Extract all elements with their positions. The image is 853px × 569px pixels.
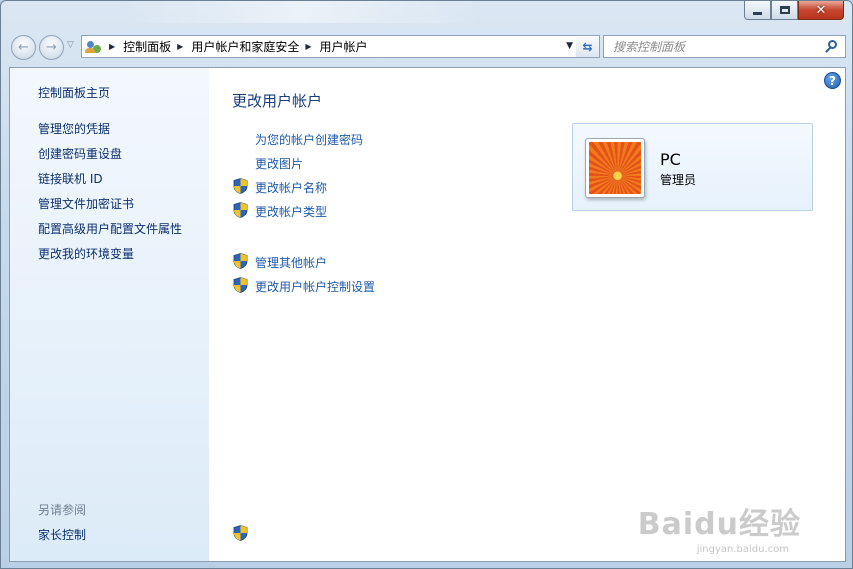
page-title: 更改用户帐户 bbox=[232, 92, 323, 110]
uac-shield-icon bbox=[233, 202, 248, 218]
forward-arrow-icon: → bbox=[46, 40, 57, 55]
back-button[interactable]: ← bbox=[11, 35, 36, 60]
users-icon bbox=[85, 39, 103, 55]
forward-button[interactable]: → bbox=[39, 35, 64, 60]
uac-shield-icon bbox=[233, 277, 248, 293]
task-change-account-name[interactable]: 更改帐户名称 bbox=[255, 179, 327, 196]
task-change-picture[interactable]: 更改图片 bbox=[255, 155, 303, 172]
search-input[interactable] bbox=[613, 39, 813, 54]
navigation-bar: ← → ▽ ▶ 控制面板 ▶ 用户帐户和家庭安全 ▶ 用户帐户 ▼ ⇆ bbox=[9, 33, 846, 61]
minimize-icon bbox=[753, 11, 762, 15]
uac-shield-icon bbox=[233, 178, 248, 194]
breadcrumb-user-accounts-family-safety[interactable]: 用户帐户和家庭安全 bbox=[191, 38, 299, 55]
address-dropdown-icon[interactable]: ▼ bbox=[566, 41, 573, 51]
content-area: 控制面板主页 管理您的凭据 创建密码重设盘 链接联机 ID 管理文件加密证书 配… bbox=[9, 67, 846, 562]
chevron-down-icon: ▽ bbox=[67, 40, 74, 50]
task-manage-other-accounts[interactable]: 管理其他帐户 bbox=[255, 254, 327, 271]
search-icon[interactable] bbox=[825, 40, 839, 54]
task-create-password[interactable]: 为您的帐户创建密码 bbox=[255, 131, 363, 148]
address-bar[interactable]: ▶ 控制面板 ▶ 用户帐户和家庭安全 ▶ 用户帐户 ▼ bbox=[81, 35, 578, 58]
sidebar-item-manage-encryption-certificates[interactable]: 管理文件加密证书 bbox=[38, 195, 134, 212]
breadcrumb-separator-icon[interactable]: ▶ bbox=[305, 42, 311, 51]
sidebar-item-control-panel-home[interactable]: 控制面板主页 bbox=[38, 84, 110, 101]
close-button[interactable]: ✕ bbox=[798, 1, 844, 20]
user-role: 管理员 bbox=[660, 173, 697, 187]
back-arrow-icon: ← bbox=[18, 40, 29, 55]
recent-pages-dropdown[interactable]: ▽ bbox=[67, 40, 74, 50]
breadcrumb-separator-icon[interactable]: ▶ bbox=[109, 42, 115, 51]
user-name: PC bbox=[660, 150, 681, 169]
sidebar-item-parental-controls[interactable]: 家长控制 bbox=[38, 526, 86, 543]
help-button[interactable]: ? bbox=[824, 72, 841, 89]
maximize-button[interactable] bbox=[771, 1, 798, 20]
breadcrumb-user-accounts[interactable]: 用户帐户 bbox=[320, 38, 368, 55]
help-icon: ? bbox=[829, 73, 836, 88]
breadcrumb-control-panel[interactable]: 控制面板 bbox=[123, 38, 171, 55]
title-bar bbox=[121, 1, 481, 23]
breadcrumb-separator-icon[interactable]: ▶ bbox=[177, 42, 183, 51]
sidebar-item-link-online-id[interactable]: 链接联机 ID bbox=[38, 170, 103, 187]
refresh-icon: ⇆ bbox=[582, 39, 593, 54]
see-also-heading: 另请参阅 bbox=[38, 503, 87, 517]
sidebar: 控制面板主页 管理您的凭据 创建密码重设盘 链接联机 ID 管理文件加密证书 配… bbox=[10, 68, 248, 561]
window-frame: ✕ ← → ▽ ▶ 控制面板 ▶ 用户帐户和家庭安全 ▶ 用户帐户 ▼ ⇆ 控制… bbox=[0, 0, 853, 569]
task-change-account-type[interactable]: 更改帐户类型 bbox=[255, 203, 327, 220]
search-box[interactable] bbox=[603, 35, 846, 58]
uac-shield-icon bbox=[233, 253, 248, 269]
task-change-uac-settings[interactable]: 更改用户帐户控制设置 bbox=[255, 278, 375, 295]
uac-shield-icon bbox=[233, 525, 248, 541]
maximize-icon bbox=[779, 6, 790, 14]
sidebar-item-manage-credentials[interactable]: 管理您的凭据 bbox=[38, 120, 110, 137]
watermark-url: jingyan.baidu.com bbox=[696, 544, 789, 555]
sidebar-item-create-password-reset-disk[interactable]: 创建密码重设盘 bbox=[38, 145, 122, 162]
minimize-button[interactable] bbox=[744, 1, 771, 20]
sidebar-item-advanced-profile-properties[interactable]: 配置高级用户配置文件属性 bbox=[38, 220, 182, 237]
flower-avatar-image bbox=[589, 142, 641, 194]
close-icon: ✕ bbox=[815, 2, 827, 18]
refresh-button[interactable]: ⇆ bbox=[576, 35, 600, 58]
caption-buttons: ✕ bbox=[744, 1, 844, 20]
sidebar-item-environment-variables[interactable]: 更改我的环境变量 bbox=[38, 245, 134, 262]
user-account-tile: PC 管理员 bbox=[572, 123, 813, 211]
baidu-watermark: Baidu经验 bbox=[637, 507, 801, 542]
avatar bbox=[585, 138, 645, 198]
